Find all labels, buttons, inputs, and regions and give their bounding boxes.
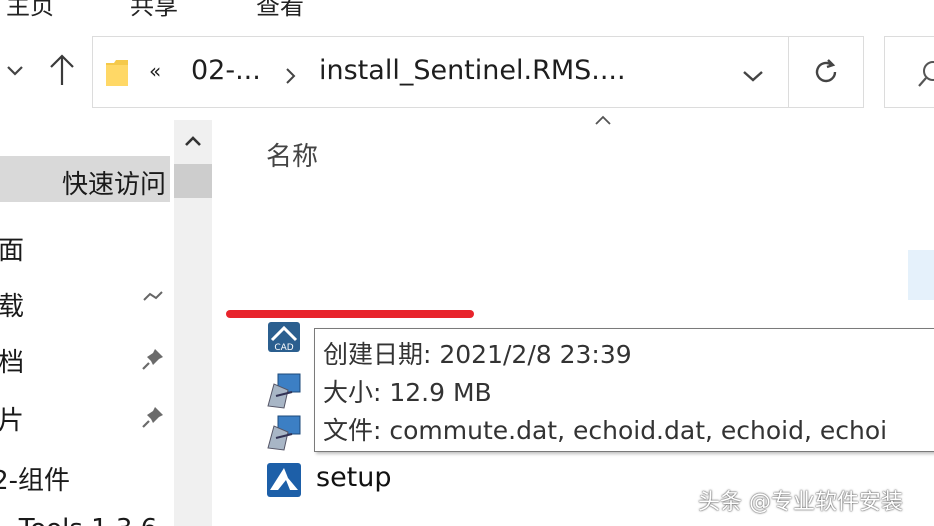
chevron-down-icon [7,66,23,76]
ribbon-tab-home[interactable]: 主页 [6,0,54,21]
sort-ascending-icon [595,115,611,125]
nav-item-tools[interactable]: ...Tools 1.3.6 [0,508,170,526]
folder-icon [106,60,128,86]
tooltip-created-date: 创建日期: 2021/2/8 23:39 [323,340,632,369]
address-history-chevron-icon[interactable] [741,69,765,83]
setup-icon [267,463,301,497]
file-info-tooltip: 创建日期: 2021/2/8 23:39 大小: 12.9 MB 文件: com… [314,328,934,452]
scroll-up-button[interactable] [174,120,212,162]
breadcrumb-item-install[interactable]: install_Sentinel.RMS.... [319,55,626,86]
row-hover-highlight [908,250,934,300]
cad-app-icon: CAD [268,322,300,353]
up-button[interactable] [44,50,80,90]
nav-pane-scrollbar[interactable] [174,120,212,526]
nav-item-label: 02-组件 [0,466,70,496]
pin-icon[interactable] [140,404,166,430]
nav-item-label: 快速访问 [61,170,166,200]
ribbon-bar: 主页 共享 查看 [0,0,934,20]
pin-icon[interactable] [140,290,166,302]
nav-item-label: 图片 [0,406,24,436]
arrow-up-icon [50,54,74,85]
nav-item-quick-access[interactable]: 快速访问 [0,156,170,202]
nav-item-02-components[interactable]: 02-组件 [0,452,170,498]
svg-text:CAD: CAD [274,343,293,353]
nav-item-label: 桌面 [0,236,24,266]
ribbon-tab-view[interactable]: 查看 [256,0,304,21]
chevron-right-icon[interactable] [285,67,297,85]
scroll-thumb[interactable] [174,164,212,198]
nav-item-label: ...Tools 1.3.6 [0,514,157,526]
navigation-bar: « 02-... install_Sentinel.RMS.... [0,32,934,108]
list-item[interactable]: setup [264,460,564,500]
recent-locations-button[interactable] [0,54,30,88]
column-header-name[interactable]: 名称 [266,136,318,173]
search-icon [918,61,934,87]
breadcrumb-item-02[interactable]: 02-... [191,55,261,86]
annotation-underline [226,310,474,318]
tooltip-size: 大小: 12.9 MB [323,378,492,407]
nav-item-desktop[interactable]: 桌面 [0,222,170,268]
file-name: setup [316,462,392,493]
nav-item-label: 下载 [0,292,24,322]
installer-icon [267,415,301,451]
chevron-up-icon [185,136,201,146]
watermark: 头条 @专业软件安装 [698,490,903,515]
tooltip-files: 文件: commute.dat, echoid.dat, echoid, ech… [323,416,888,445]
refresh-icon [815,59,837,83]
breadcrumb-overflow[interactable]: « [149,59,161,83]
search-field[interactable] [884,36,934,108]
pin-icon[interactable] [140,346,166,372]
nav-item-label: 文档 [0,348,24,378]
ribbon-tab-share[interactable]: 共享 [130,0,178,21]
installer-icon [267,373,301,409]
address-bar[interactable]: « 02-... install_Sentinel.RMS.... [92,36,789,108]
navigation-pane: 快速访问 桌面 下载 文档 图片 02-组件 ...Tools 1.3.6 [0,108,212,526]
refresh-button[interactable] [788,36,864,108]
file-list: 名称 CAD setup [212,108,934,526]
